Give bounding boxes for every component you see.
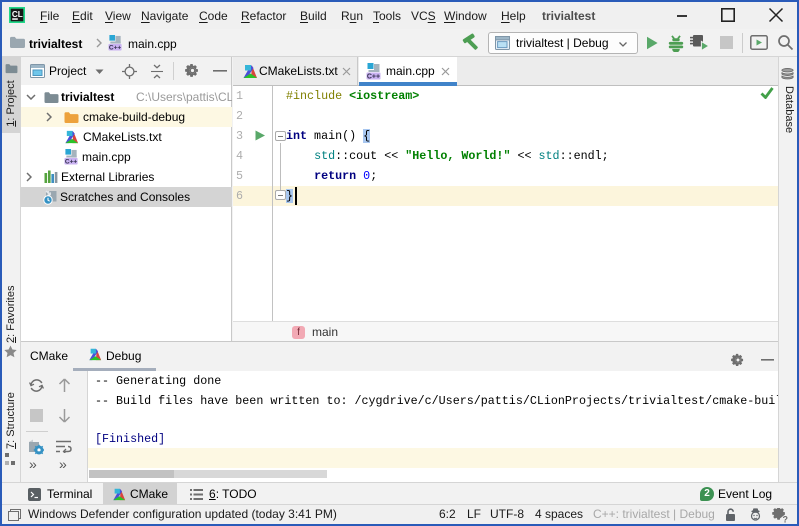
svg-text:?: ?	[783, 515, 789, 524]
svg-text:CL: CL	[12, 10, 23, 19]
